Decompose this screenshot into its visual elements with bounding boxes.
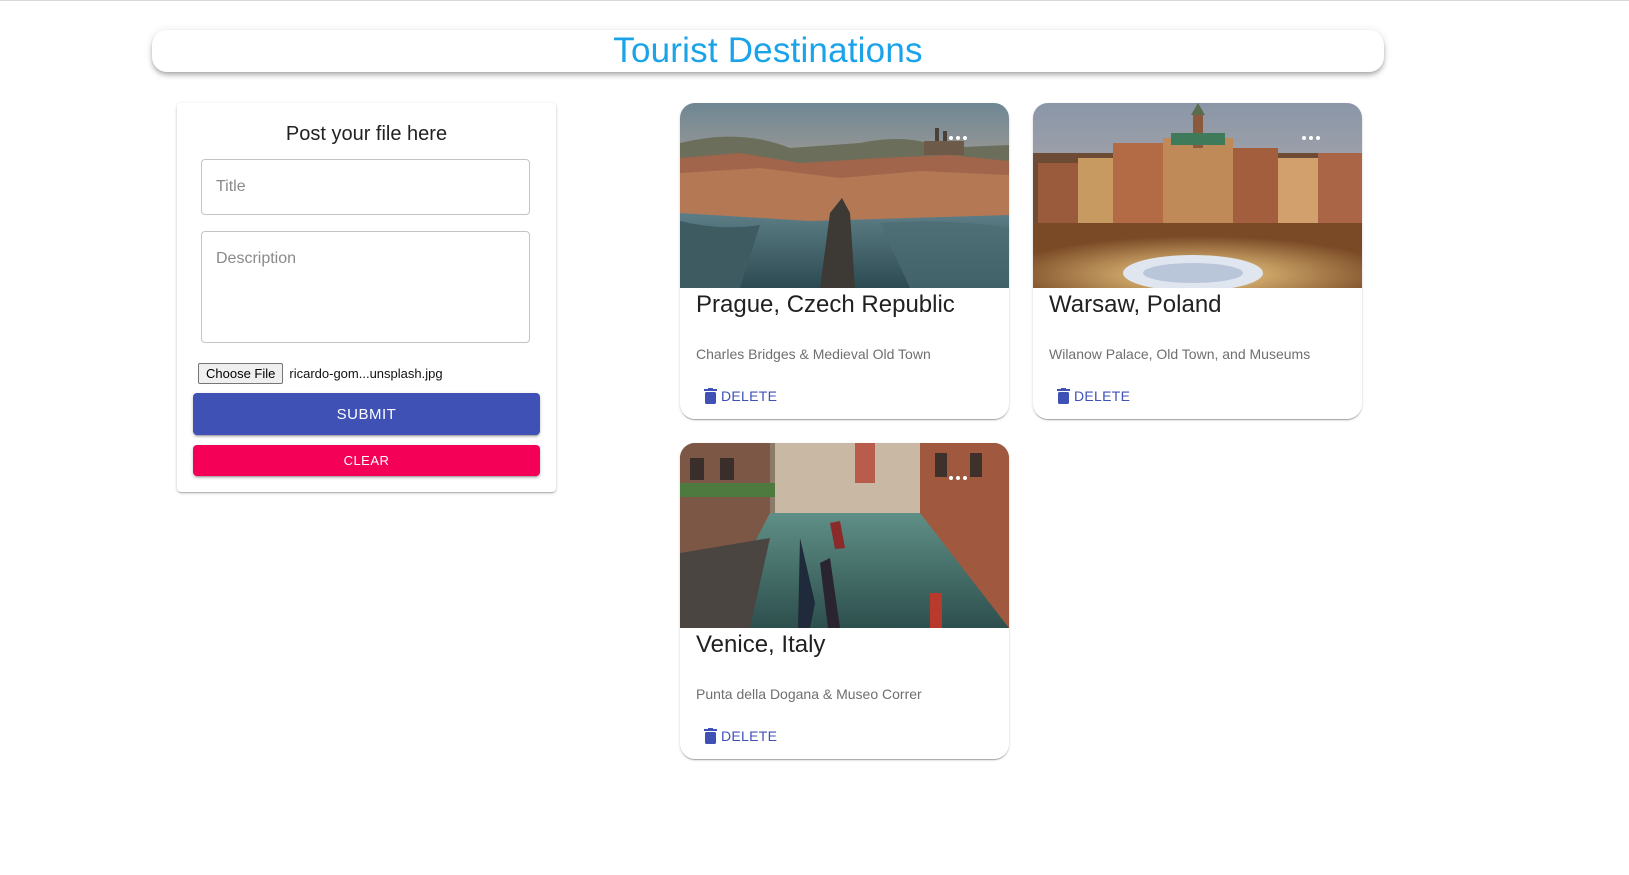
top-divider xyxy=(0,0,1629,1)
file-picker: Choose File ricardo-gom...unsplash.jpg xyxy=(198,362,443,384)
post-title: Prague, Czech Republic xyxy=(696,291,955,318)
post-card-warsaw: Warsaw, Poland Wilanow Palace, Old Town,… xyxy=(1033,103,1362,419)
trash-icon xyxy=(1057,388,1070,404)
post-title: Warsaw, Poland xyxy=(1049,291,1222,318)
card-image-venice xyxy=(680,443,1009,628)
delete-label: DELETE xyxy=(1074,388,1131,404)
selected-file-name: ricardo-gom...unsplash.jpg xyxy=(289,365,443,381)
app-bar: Tourist Destinations xyxy=(152,30,1384,72)
form-heading: Post your file here xyxy=(285,123,448,145)
delete-label: DELETE xyxy=(721,388,778,404)
card-image-warsaw xyxy=(1033,103,1362,288)
more-horiz-icon[interactable] xyxy=(949,473,969,483)
delete-button[interactable]: DELETE xyxy=(704,385,777,407)
more-horiz-icon[interactable] xyxy=(1302,133,1322,143)
post-form: Post your file here Choose File ricardo-… xyxy=(177,103,556,492)
post-card-venice: Venice, Italy Punta della Dogana & Museo… xyxy=(680,443,1009,759)
trash-icon xyxy=(704,388,717,404)
description-input[interactable] xyxy=(201,231,530,343)
post-description: Wilanow Palace, Old Town, and Museums xyxy=(1049,346,1311,362)
delete-button[interactable]: DELETE xyxy=(1057,385,1130,407)
clear-button[interactable]: CLEAR xyxy=(193,445,540,476)
title-input[interactable] xyxy=(201,159,530,215)
more-horiz-icon[interactable] xyxy=(949,133,969,143)
post-description: Charles Bridges & Medieval Old Town xyxy=(696,346,931,362)
post-title: Venice, Italy xyxy=(696,631,826,658)
delete-button[interactable]: DELETE xyxy=(704,725,777,747)
post-card-prague: Prague, Czech Republic Charles Bridges &… xyxy=(680,103,1009,419)
delete-label: DELETE xyxy=(721,728,778,744)
trash-icon xyxy=(704,728,717,744)
post-description: Punta della Dogana & Museo Correr xyxy=(696,686,922,702)
choose-file-button[interactable]: Choose File xyxy=(198,362,284,384)
app-title: Tourist Destinations xyxy=(613,31,923,70)
submit-button[interactable]: SUBMIT xyxy=(193,393,540,435)
card-image-prague xyxy=(680,103,1009,288)
